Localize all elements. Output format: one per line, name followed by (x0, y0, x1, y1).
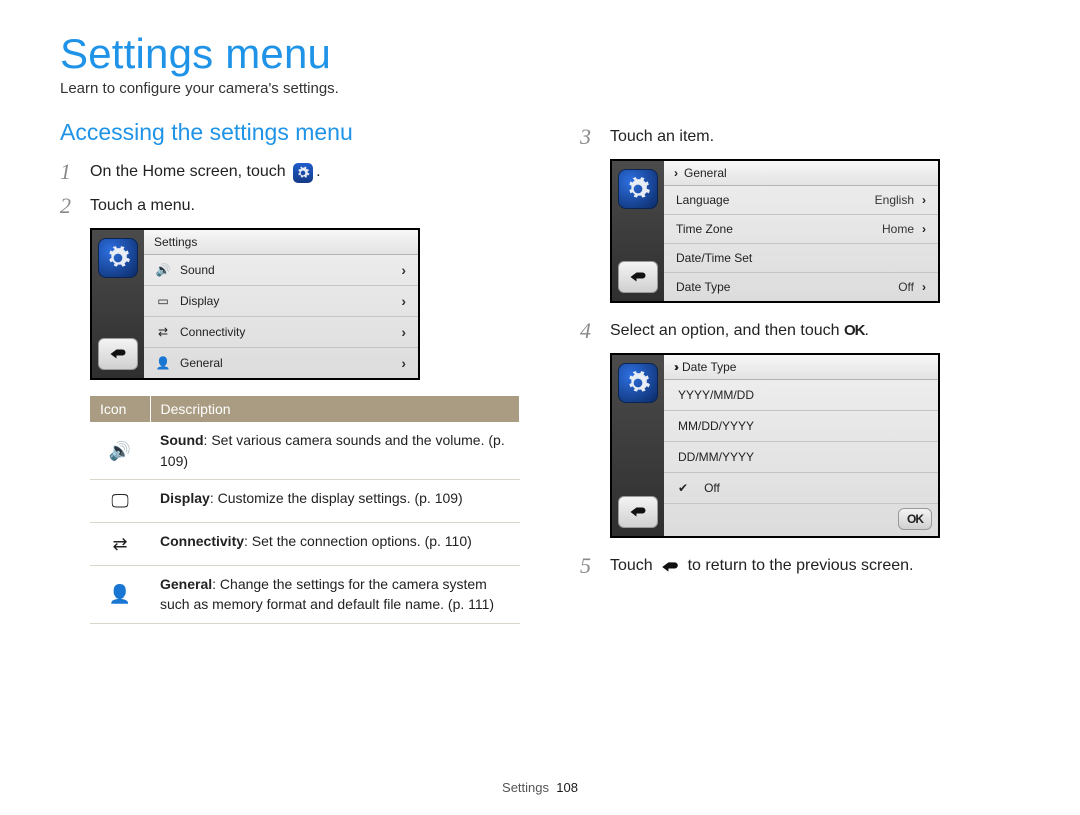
screen-title: Settings (144, 230, 418, 255)
settings-screen: Settings 🔊 Sound › ▭ Display › ⇄ Connectivi… (90, 228, 420, 380)
ok-button[interactable]: OK (898, 508, 932, 530)
breadcrumb: ›› Date Type (664, 355, 938, 380)
step-text: Touch an item. (610, 125, 1020, 149)
settings-icon (293, 163, 313, 183)
setting-row-timezone[interactable]: Time Zone Home › (664, 215, 938, 244)
sound-icon: 🔊 (90, 422, 150, 479)
page-title: Settings menu (60, 30, 1020, 78)
row-label: Language (676, 193, 729, 207)
display-icon: 🖵 (90, 479, 150, 522)
step-2: 2 Touch a menu. (60, 194, 520, 218)
step-number: 3 (580, 125, 598, 149)
breadcrumb: › General (664, 161, 938, 186)
page-footer: Settings 108 (0, 780, 1080, 795)
step-text: Select an option, and then touch OK. (610, 319, 1020, 343)
table-header-description: Description (150, 396, 520, 422)
step-text: Touch to return to the previous screen. (610, 554, 1020, 578)
step-number: 2 (60, 194, 78, 218)
menu-row-connectivity[interactable]: ⇄ Connectivity › (144, 317, 418, 348)
step-number: 5 (580, 554, 598, 578)
row-label: Date Type (676, 280, 730, 294)
general-screen: › General Language English › Time Zone Ho… (610, 159, 940, 303)
row-value: English (875, 193, 914, 207)
option-row[interactable]: DD/MM/YYYY (664, 442, 938, 473)
step-5: 5 Touch to return to the previous screen… (580, 554, 1020, 578)
option-label: YYYY/MM/DD (678, 388, 754, 402)
ok-icon: OK (844, 322, 865, 339)
setting-row-language[interactable]: Language English › (664, 186, 938, 215)
section-title: Accessing the settings menu (60, 119, 520, 146)
step-3: 3 Touch an item. (580, 125, 1020, 149)
chevron-right-icon: › (922, 222, 926, 236)
step-4: 4 Select an option, and then touch OK. (580, 319, 1020, 343)
chevron-right-icon: › (401, 355, 406, 371)
page-subtitle: Learn to configure your camera's setting… (60, 80, 1020, 97)
back-button[interactable] (618, 261, 658, 293)
left-column: Accessing the settings menu 1 On the Hom… (60, 119, 520, 624)
option-label: MM/DD/YYYY (678, 419, 754, 433)
general-icon: 👤 (156, 356, 170, 370)
row-label: Connectivity (180, 325, 245, 339)
back-icon (660, 560, 680, 574)
step-text: On the Home screen, touch . (90, 160, 520, 184)
setting-row-datetime[interactable]: Date/Time Set (664, 244, 938, 273)
connectivity-icon: ⇄ (156, 325, 170, 339)
row-label: Date/Time Set (676, 251, 752, 265)
gear-icon[interactable] (618, 169, 658, 209)
chevron-right-icon: › (922, 280, 926, 294)
double-chevron-right-icon: ›› (674, 360, 676, 374)
right-column: 3 Touch an item. › General Langua (580, 119, 1020, 624)
chevron-right-icon: › (401, 293, 406, 309)
sound-icon: 🔊 (156, 263, 170, 277)
connectivity-icon: ⇄ (90, 523, 150, 566)
step-1: 1 On the Home screen, touch . (60, 160, 520, 184)
row-label: Time Zone (676, 222, 733, 236)
icon-description-table: Icon Description 🔊 Sound: Set various ca… (90, 396, 520, 623)
table-row: ⇄ Connectivity: Set the connection optio… (90, 523, 520, 566)
step-text-post: . (316, 163, 320, 180)
gear-icon[interactable] (618, 363, 658, 403)
check-icon: ✔ (678, 481, 688, 495)
step-number: 4 (580, 319, 598, 343)
row-value: Home (882, 222, 914, 236)
table-row: 👤 General: Change the settings for the c… (90, 566, 520, 624)
option-label: DD/MM/YYYY (678, 450, 754, 464)
step-text-pre: On the Home screen, touch (90, 163, 290, 180)
chevron-right-icon: › (401, 262, 406, 278)
step-text: Touch a menu. (90, 194, 520, 218)
menu-row-display[interactable]: ▭ Display › (144, 286, 418, 317)
step-number: 1 (60, 160, 78, 184)
table-header-icon: Icon (90, 396, 150, 422)
option-label: Off (704, 481, 720, 495)
option-row[interactable]: YYYY/MM/DD (664, 380, 938, 411)
chevron-right-icon: › (674, 166, 678, 180)
row-value: Off (898, 280, 914, 294)
row-label: General (180, 356, 223, 370)
menu-row-general[interactable]: 👤 General › (144, 348, 418, 378)
chevron-right-icon: › (401, 324, 406, 340)
setting-row-datetype[interactable]: Date Type Off › (664, 273, 938, 301)
table-row: 🖵 Display: Customize the display setting… (90, 479, 520, 522)
back-button[interactable] (98, 338, 138, 370)
display-icon: ▭ (156, 294, 170, 308)
gear-icon[interactable] (98, 238, 138, 278)
menu-row-sound[interactable]: 🔊 Sound › (144, 255, 418, 286)
datetype-screen: ›› Date Type YYYY/MM/DD MM/DD/YYYY DD/MM… (610, 353, 940, 538)
chevron-right-icon: › (922, 193, 926, 207)
back-button[interactable] (618, 496, 658, 528)
table-row: 🔊 Sound: Set various camera sounds and t… (90, 422, 520, 479)
option-row-selected[interactable]: ✔ Off (664, 473, 938, 504)
general-icon: 👤 (90, 566, 150, 624)
row-label: Sound (180, 263, 215, 277)
row-label: Display (180, 294, 219, 308)
option-row[interactable]: MM/DD/YYYY (664, 411, 938, 442)
